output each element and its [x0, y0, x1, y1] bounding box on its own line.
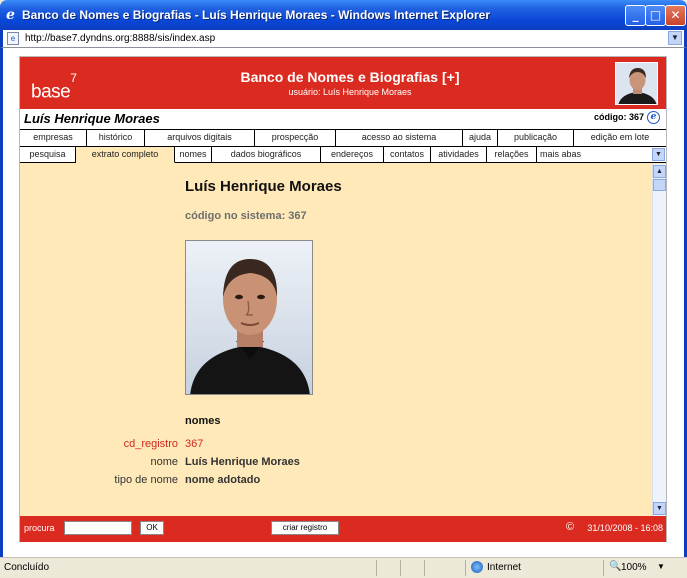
tab-publicacao[interactable]: publicação	[498, 130, 574, 146]
record-code: código: 367	[593, 112, 644, 122]
create-record-button[interactable]: criar registro	[271, 521, 339, 535]
record-name-row: Luís Henrique Moraes código: 367 e	[20, 109, 666, 129]
tab-nomes[interactable]: nomes	[175, 147, 212, 163]
security-zone: Internet	[487, 562, 521, 573]
tab-ajuda[interactable]: ajuda	[463, 130, 498, 146]
field-value-tipo-de-nome: nome adotado	[185, 474, 261, 486]
status-divider	[603, 560, 604, 576]
section-title-nomes: nomes	[185, 415, 221, 427]
chevron-down-icon[interactable]: ▼	[652, 148, 665, 161]
tab-dados-biograficos[interactable]: dados biográficos	[212, 147, 321, 163]
chevron-down-icon[interactable]: ▼	[668, 31, 682, 45]
ie-logo-icon: e	[6, 7, 15, 23]
chevron-down-icon[interactable]: ▼	[657, 562, 665, 571]
tab-empresas[interactable]: empresas	[20, 130, 87, 146]
window-titlebar: e Banco de Nomes e Biografias - Luís Hen…	[0, 0, 687, 30]
maximize-button[interactable]: □	[645, 5, 666, 26]
zoom-level[interactable]: 100%	[621, 562, 647, 573]
tab-pesquisa[interactable]: pesquisa	[20, 147, 76, 163]
search-input[interactable]	[64, 521, 132, 535]
zoom-icon[interactable]: 🔍	[609, 561, 621, 572]
minimize-button[interactable]: _	[625, 5, 646, 26]
tabs-row-2: pesquisa extrato completo nomes dados bi…	[20, 146, 666, 163]
field-value-cd-registro[interactable]: 367	[185, 438, 203, 450]
address-bar[interactable]: e http://base7.dyndns.org:8888/sis/index…	[0, 30, 687, 48]
status-divider	[400, 560, 401, 576]
app-header: base7 Banco de Nomes e Biografias [+] us…	[20, 57, 666, 109]
url-text[interactable]: http://base7.dyndns.org:8888/sis/index.a…	[25, 33, 215, 44]
user-label: usuário: Luís Henrique Moraes	[288, 87, 412, 97]
content-title: Luís Henrique Moraes	[185, 178, 342, 195]
search-label: procura	[24, 523, 55, 533]
tab-enderecos[interactable]: endereços	[321, 147, 384, 163]
tab-historico[interactable]: histórico	[87, 130, 145, 146]
internet-globe-icon	[471, 561, 483, 573]
record-person-name: Luís Henrique Moraes	[24, 111, 160, 126]
field-value-nome: Luís Henrique Moraes	[185, 456, 300, 468]
mais-abas-label: mais abas	[540, 149, 582, 159]
system-code: código no sistema: 367	[185, 210, 307, 222]
tab-prospeccao[interactable]: prospecção	[255, 130, 336, 146]
tab-relacoes[interactable]: relações	[487, 147, 537, 163]
app-footer: procura OK criar registro © 31/10/2008 -…	[20, 516, 666, 542]
browser-viewport: base7 Banco de Nomes e Biografias [+] us…	[3, 48, 684, 557]
tab-arquivos-digitais[interactable]: arquivos digitais	[145, 130, 255, 146]
content-area: Luís Henrique Moraes código no sistema: …	[20, 164, 652, 516]
tab-contatos[interactable]: contatos	[384, 147, 431, 163]
base7-logo[interactable]: base7	[31, 71, 77, 103]
status-bar: Concluído Internet 🔍 100% ▼	[0, 557, 687, 578]
app-frame: base7 Banco de Nomes e Biografias [+] us…	[19, 56, 667, 542]
tab-atividades[interactable]: atividades	[431, 147, 487, 163]
tab-extrato-completo[interactable]: extrato completo	[76, 147, 175, 163]
tabs-row-1: empresas histórico arquivos digitais pro…	[20, 129, 666, 146]
status-divider	[465, 560, 466, 576]
window-title: Banco de Nomes e Biografias - Luís Henri…	[22, 8, 490, 22]
tab-acesso-ao-sistema[interactable]: acesso ao sistema	[336, 130, 463, 146]
scroll-up-icon[interactable]: ▲	[653, 165, 666, 178]
status-divider	[424, 560, 425, 576]
app-title[interactable]: Banco de Nomes e Biografias [+]	[170, 69, 530, 85]
close-button[interactable]: ✕	[665, 5, 686, 26]
field-label-tipo-de-nome: tipo de nome	[114, 474, 178, 486]
person-photo	[185, 240, 313, 395]
field-label-cd-registro: cd_registro	[123, 438, 178, 450]
page-icon: e	[7, 32, 19, 45]
content-scrollbar[interactable]: ▲ ▼	[652, 164, 666, 516]
copyright-icon: ©	[566, 521, 575, 533]
status-divider	[376, 560, 377, 576]
mais-abas-select[interactable]: mais abas ▼	[537, 147, 666, 163]
browser-link-icon[interactable]: e	[647, 111, 660, 124]
tab-edicao-em-lote[interactable]: edição em lote	[574, 130, 666, 146]
status-text: Concluído	[4, 562, 50, 573]
field-label-nome: nome	[150, 456, 178, 468]
datetime-label: 31/10/2008 - 16:08	[587, 523, 663, 533]
user-avatar	[615, 62, 658, 105]
scroll-down-icon[interactable]: ▼	[653, 502, 666, 515]
scroll-thumb[interactable]	[653, 179, 666, 191]
ok-button[interactable]: OK	[140, 521, 164, 535]
